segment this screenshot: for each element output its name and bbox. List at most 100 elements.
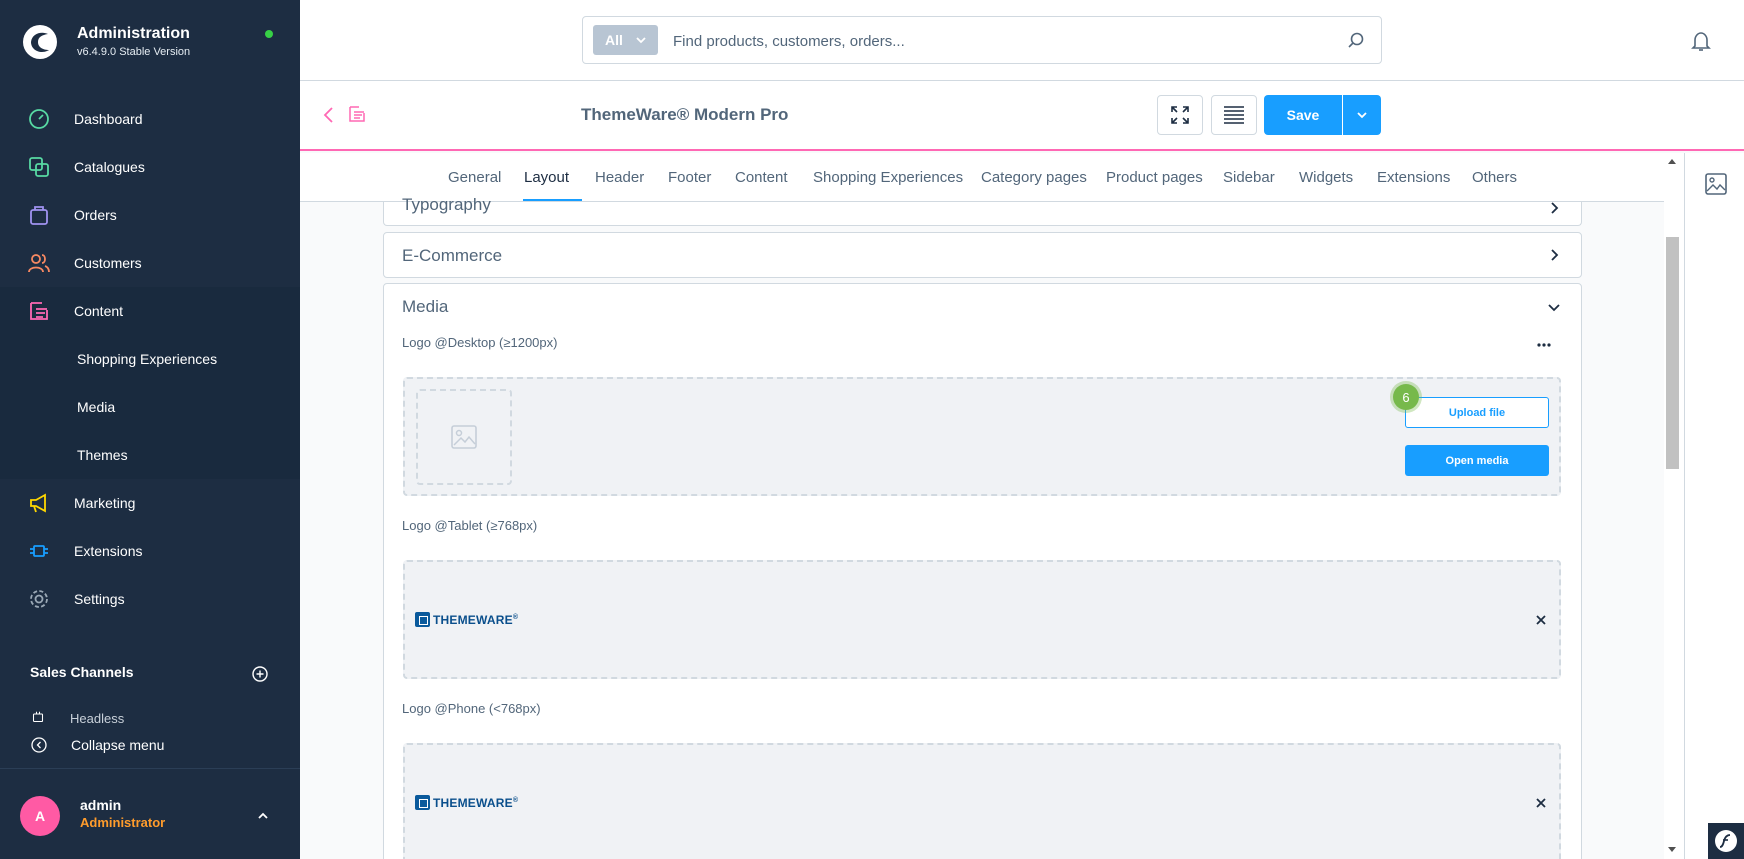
- smart-bar: ThemeWare® Modern Pro Save: [300, 81, 1744, 151]
- global-search: All: [582, 16, 1382, 64]
- sidebar-item-catalogues[interactable]: Catalogues: [0, 143, 300, 191]
- media-title: Media: [402, 297, 449, 316]
- logo-phone-dropzone[interactable]: THEMEWARE®: [403, 743, 1561, 859]
- active-tab-indicator: [523, 199, 582, 201]
- collapse-menu-label: Collapse menu: [71, 737, 165, 753]
- add-circle-icon[interactable]: [252, 666, 268, 682]
- sidebar-item-label: Orders: [74, 207, 117, 223]
- sidebar-item-label: Extensions: [74, 543, 143, 559]
- expand-icon: [1171, 106, 1189, 124]
- themeware-logo-mark: [415, 612, 430, 627]
- sidebar-subitem-media[interactable]: Media: [0, 383, 300, 431]
- sidebar-item-marketing[interactable]: Marketing: [0, 479, 300, 527]
- search-filter-label: All: [605, 32, 623, 48]
- dashboard-icon: [27, 107, 51, 131]
- top-bar: All: [300, 0, 1744, 81]
- admin-sidebar: Administration v6.4.9.0 Stable Version D…: [0, 0, 300, 859]
- chevron-left-icon[interactable]: [322, 106, 334, 124]
- close-icon[interactable]: [1535, 614, 1547, 626]
- sidebar-item-content[interactable]: Content: [0, 287, 300, 335]
- scroll-up-arrow-icon[interactable]: [1667, 157, 1677, 165]
- tab-shopping-experiences[interactable]: Shopping Experiences: [813, 169, 963, 186]
- chevron-right-icon[interactable]: [1547, 248, 1561, 262]
- logo-preview: THEMEWARE®: [415, 612, 518, 627]
- search-type-filter[interactable]: All: [593, 25, 658, 55]
- sidebar-item-label: Catalogues: [74, 159, 145, 175]
- catalogues-icon: [27, 155, 51, 179]
- chevron-right-icon[interactable]: [1547, 201, 1561, 215]
- customers-icon: [27, 251, 51, 275]
- ecommerce-card[interactable]: E-Commerce: [383, 232, 1582, 278]
- logo-desktop-dropzone[interactable]: Upload file Open media 6: [403, 377, 1561, 496]
- image-icon[interactable]: [1705, 173, 1727, 195]
- save-button[interactable]: Save: [1264, 95, 1342, 135]
- chevron-down-icon: [636, 37, 646, 44]
- sidebar-toggle-button[interactable]: [1211, 95, 1257, 135]
- sidebar-item-label: Content: [74, 303, 124, 319]
- shopware-logo-icon[interactable]: [22, 24, 58, 60]
- search-input[interactable]: [673, 31, 1323, 51]
- tab-layout[interactable]: Layout: [524, 169, 569, 186]
- sidebar-item-label: Customers: [74, 255, 142, 271]
- bell-icon[interactable]: [1690, 30, 1712, 52]
- settings-icon: [27, 587, 51, 611]
- collapse-menu-button[interactable]: Collapse menu: [0, 730, 300, 760]
- themeware-logo-text: THEMEWARE®: [433, 612, 519, 627]
- sidebar-subitem-label: Shopping Experiences: [77, 351, 218, 367]
- sidebar-item-settings[interactable]: Settings: [0, 575, 300, 623]
- typography-title: Typography: [402, 195, 491, 214]
- user-menu[interactable]: A admin Administrator: [0, 768, 300, 859]
- themeware-logo-text: THEMEWARE®: [433, 795, 519, 810]
- sales-channels-title: Sales Channels: [30, 664, 134, 680]
- save-options-button[interactable]: [1343, 95, 1381, 135]
- logo-phone-label: Logo @Phone (<768px): [402, 701, 541, 716]
- themeware-logo-mark: [415, 795, 430, 810]
- close-icon[interactable]: [1535, 797, 1547, 809]
- page-title: ThemeWare® Modern Pro: [581, 105, 789, 124]
- symfony-toolbar-icon[interactable]: [1708, 823, 1744, 859]
- scroll-down-arrow-icon[interactable]: [1667, 846, 1677, 854]
- search-icon[interactable]: [1347, 31, 1365, 49]
- chevron-down-icon: [1357, 112, 1367, 119]
- chevron-up-icon[interactable]: [256, 809, 270, 823]
- user-name: admin: [80, 797, 122, 813]
- sidebar-item-extensions[interactable]: Extensions: [0, 527, 300, 575]
- tab-widgets[interactable]: Widgets: [1299, 169, 1353, 186]
- media-sidebar: [1684, 153, 1744, 859]
- marketing-icon: [27, 491, 51, 515]
- tab-footer[interactable]: Footer: [668, 169, 711, 186]
- upload-file-button[interactable]: Upload file: [1405, 397, 1549, 428]
- tab-content[interactable]: Content: [735, 169, 788, 186]
- logo-desktop-label: Logo @Desktop (≥1200px): [402, 335, 558, 350]
- sidebar-item-customers[interactable]: Customers: [0, 239, 300, 287]
- tab-general[interactable]: General: [448, 169, 501, 186]
- status-indicator: [265, 30, 273, 38]
- chevron-down-icon[interactable]: [1547, 300, 1561, 314]
- user-role: Administrator: [80, 815, 166, 830]
- logo-tablet-dropzone[interactable]: THEMEWARE®: [403, 560, 1561, 679]
- typography-card[interactable]: Typography: [383, 195, 1582, 226]
- sidebar-item-orders[interactable]: Orders: [0, 191, 300, 239]
- sidebar-item-label: Marketing: [74, 495, 136, 511]
- tab-category-pages[interactable]: Category pages: [981, 169, 1087, 186]
- orders-icon: [27, 203, 51, 227]
- tab-sidebar[interactable]: Sidebar: [1223, 169, 1275, 186]
- sidebar-item-label: Dashboard: [74, 111, 143, 127]
- tab-header[interactable]: Header: [595, 169, 644, 186]
- sales-channel-headless[interactable]: Headless: [70, 711, 124, 723]
- tab-product-pages[interactable]: Product pages: [1106, 169, 1203, 186]
- sidebar-item-label: Settings: [74, 591, 125, 607]
- sidebar-subitem-shopping-experiences[interactable]: Shopping Experiences: [0, 335, 300, 383]
- tab-extensions[interactable]: Extensions: [1377, 169, 1450, 186]
- sidebar-subitem-themes[interactable]: Themes: [0, 431, 300, 479]
- fullscreen-button[interactable]: [1157, 95, 1203, 135]
- brand-header: Administration v6.4.9.0 Stable Version: [0, 0, 300, 84]
- sidebar-item-dashboard[interactable]: Dashboard: [0, 95, 300, 143]
- scrollbar-thumb[interactable]: [1666, 237, 1679, 469]
- ecommerce-title: E-Commerce: [402, 246, 503, 265]
- image-placeholder: [416, 389, 512, 485]
- extensions-icon: [27, 539, 51, 563]
- tab-others[interactable]: Others: [1472, 169, 1517, 186]
- more-options-icon[interactable]: [1536, 342, 1552, 348]
- open-media-button[interactable]: Open media: [1405, 445, 1549, 476]
